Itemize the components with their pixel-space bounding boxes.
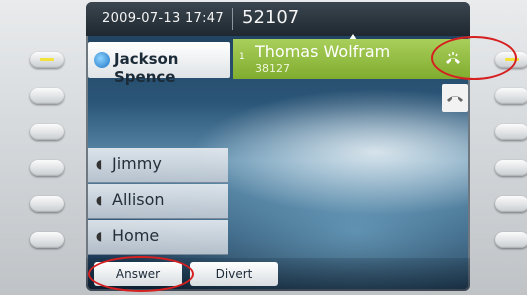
left-line-button-2[interactable] <box>30 88 64 104</box>
left-line-button-4[interactable] <box>30 160 64 176</box>
speed-dial-label: Allison <box>112 190 165 209</box>
speaker-icon: ◖ <box>96 193 103 207</box>
call-channel: 1 <box>239 52 245 62</box>
status-divider <box>232 8 233 30</box>
line-1-label[interactable]: Jackson Spence <box>88 42 230 86</box>
right-session-button-3[interactable] <box>495 124 527 140</box>
speed-dial-home[interactable]: ◖ Home <box>88 220 228 255</box>
status-bar: 2009-07-13 17:47 52107 <box>86 2 470 36</box>
highlight-circle-ring <box>431 36 517 80</box>
speaker-icon: ◖ <box>96 157 103 171</box>
line-led-icon <box>40 58 54 61</box>
left-line-button-3[interactable] <box>30 124 64 140</box>
divert-button[interactable]: Divert <box>190 262 278 286</box>
caller-number: 38127 <box>255 62 290 75</box>
extension-number: 52107 <box>242 7 300 28</box>
right-session-button-2[interactable] <box>495 88 527 104</box>
highlight-circle-answer <box>88 256 194 292</box>
caller-name: Thomas Wolfram <box>255 42 391 61</box>
phone-screen: 2009-07-13 17:47 52107 Jackson Spence 1 … <box>86 2 470 291</box>
right-session-button-6[interactable] <box>495 232 527 248</box>
contact-bubble-icon <box>94 52 110 68</box>
handset-icon[interactable] <box>442 84 468 112</box>
speed-dial-label: Home <box>112 226 160 245</box>
speed-dial-jimmy[interactable]: ◖ Jimmy <box>88 148 228 183</box>
left-line-button-5[interactable] <box>30 196 64 212</box>
speaker-icon: ◖ <box>96 229 103 243</box>
speed-dial-allison[interactable]: ◖ Allison <box>88 184 228 219</box>
right-session-button-4[interactable] <box>495 160 527 176</box>
date-time: 2009-07-13 17:47 <box>102 11 224 26</box>
speed-dial-label: Jimmy <box>112 154 162 173</box>
left-line-button-1[interactable] <box>30 52 64 68</box>
left-line-button-6[interactable] <box>30 232 64 248</box>
right-session-button-5[interactable] <box>495 196 527 212</box>
line-1-name: Jackson Spence <box>114 50 179 86</box>
